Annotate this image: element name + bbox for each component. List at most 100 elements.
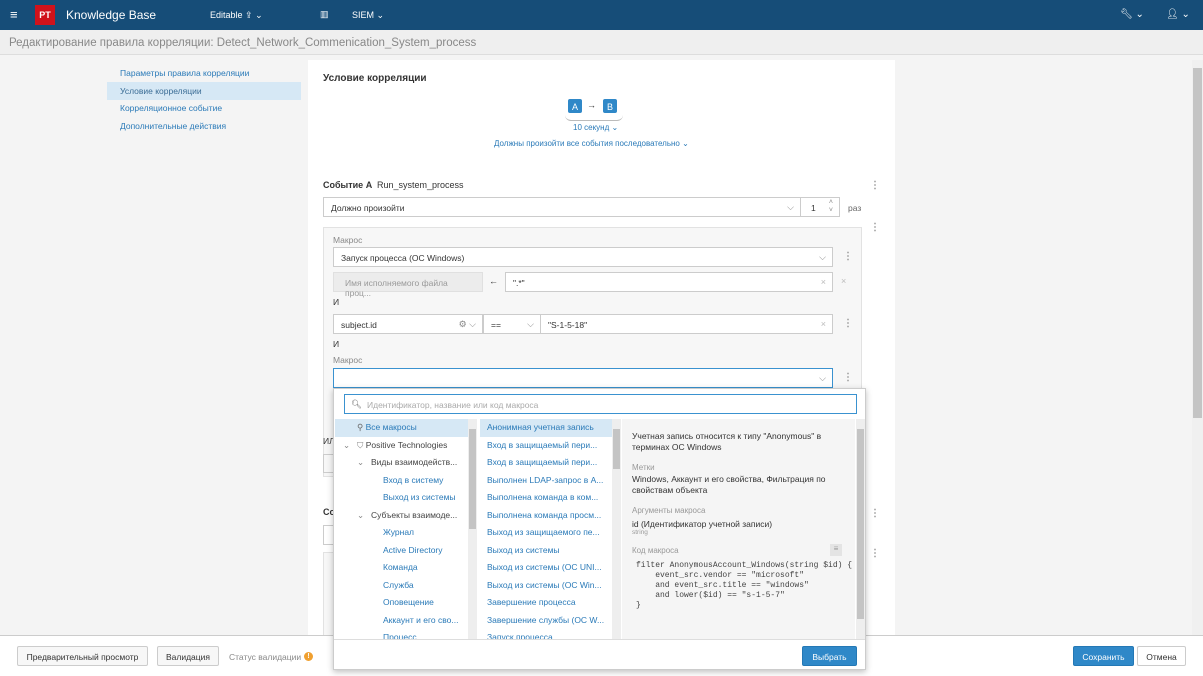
product-menu[interactable]: SIEM ⌄ xyxy=(352,10,384,21)
macro-menu-icon[interactable]: ⋮ xyxy=(843,373,853,383)
tree-item-label: Оповещение xyxy=(383,597,434,607)
sidebar-item-condition[interactable]: Условие корреляции xyxy=(107,82,301,100)
mode-label: Editable xyxy=(210,10,243,20)
menu-icon[interactable]: ≡ xyxy=(10,7,18,22)
preview-button[interactable]: Предварительный просмотр xyxy=(17,646,148,666)
assign-arrow: ← xyxy=(489,276,498,286)
code-label-text: Код макроса xyxy=(632,546,679,555)
tree-item-label: Все макросы xyxy=(365,422,417,432)
details-scrollbar[interactable] xyxy=(856,419,865,639)
section-title: Условие корреляции xyxy=(323,73,427,84)
clear-icon[interactable]: × xyxy=(821,319,826,329)
macro-search-input[interactable]: 🔍︎ Идентификатор, название или код макро… xyxy=(344,394,857,414)
tree-item[interactable]: ⌄ Виды взаимодейств... xyxy=(335,454,468,472)
event-b-badge[interactable]: B xyxy=(603,99,617,113)
macro-list-item[interactable]: Выполнена команда в ком... xyxy=(480,489,612,507)
mode-menu[interactable]: Editable ⇪ ⌄ xyxy=(210,10,263,21)
macro-list-item[interactable]: Завершение процесса xyxy=(480,594,612,612)
macro-list-item[interactable]: Выход из защищаемого пе... xyxy=(480,524,612,542)
tree-item[interactable]: Служба xyxy=(335,577,468,595)
macro-arg-input[interactable]: ".*" × xyxy=(505,272,833,292)
macro-list-item[interactable]: Выполнен LDAP-запрос в A... xyxy=(480,472,612,490)
tree-scrollbar[interactable] xyxy=(468,419,477,639)
count-unit: раз xyxy=(848,203,862,213)
tree-item[interactable]: ⌄ Субъекты взаимоде... xyxy=(335,507,468,525)
macro-label: Макрос xyxy=(333,235,363,245)
event-a-badge[interactable]: A xyxy=(568,99,582,113)
macro-menu-icon[interactable]: ⋮ xyxy=(843,252,853,262)
search-icon: 🔍︎ xyxy=(351,399,362,409)
count-value: 1 xyxy=(811,203,816,213)
sidebar-item-parameters[interactable]: Параметры правила корреляции xyxy=(107,64,301,82)
tree-item[interactable]: Журнал xyxy=(335,524,468,542)
macro-list-item[interactable]: Завершение службы (ОС W... xyxy=(480,612,612,630)
validate-button[interactable]: Валидация xyxy=(157,646,219,666)
field-value: subject.id xyxy=(341,320,377,330)
event-a-name[interactable]: Run_system_process xyxy=(377,180,464,190)
warning-icon: ! xyxy=(304,652,313,661)
event-b-menu-icon[interactable]: ⋮ xyxy=(870,509,880,519)
select-button[interactable]: Выбрать xyxy=(802,646,857,666)
user-icon[interactable]: 👤︎ ⌄ xyxy=(1166,9,1190,20)
macro-value: Запуск процесса (ОС Windows) xyxy=(341,253,465,263)
tree-item-label: Служба xyxy=(383,579,414,590)
value-input[interactable]: "S-1-5-18" × xyxy=(540,314,833,334)
tree-item[interactable]: Процесс xyxy=(335,629,468,639)
count-stepper[interactable]: 1 ˄ ˅ xyxy=(800,197,840,217)
wrap-icon[interactable]: ≡ xyxy=(830,544,842,556)
tree-item-label: Команда xyxy=(383,562,418,572)
macro-list-item[interactable]: Вход в защищаемый пери... xyxy=(480,437,612,455)
remove-icon[interactable]: × xyxy=(841,276,846,286)
sidebar-item-actions[interactable]: Дополнительные действия xyxy=(107,117,301,135)
macro-arg-name: Имя исполняемого файла проц... xyxy=(333,272,483,298)
chart-icon[interactable]: ▥ xyxy=(320,9,329,20)
macro-list: Анонимная учетная запись Вход в защищаемы… xyxy=(480,419,612,639)
arg-value: ".*" xyxy=(513,278,525,288)
sidebar-item-event[interactable]: Корреляционное событие xyxy=(107,99,301,117)
event-b-filter-menu-icon[interactable]: ⋮ xyxy=(870,549,880,559)
macro-select[interactable]: Запуск процесса (ОС Windows) ⌵ xyxy=(333,247,833,267)
chevron-down-icon[interactable]: ⌄ xyxy=(343,440,350,451)
order-dropdown[interactable]: Должны произойти все события последовате… xyxy=(494,139,689,148)
macro-list-scrollbar[interactable] xyxy=(612,419,621,639)
timeout-value: 10 секунд xyxy=(573,123,610,132)
search-icon: ⚲ xyxy=(357,422,366,432)
event-menu-icon[interactable]: ⋮ xyxy=(870,181,880,191)
macro-tags: Windows, Аккаунт и его свойства, Фильтра… xyxy=(632,474,826,495)
macro-label: Макрос xyxy=(333,355,363,365)
tree-item[interactable]: Вход в систему xyxy=(335,472,468,490)
macro-code: filter AnonymousAccount_Windows(string $… xyxy=(636,561,852,611)
wrench-icon[interactable]: 🔧︎ ⌄ xyxy=(1120,9,1144,20)
macro-list-item[interactable]: Вход в защищаемый пери... xyxy=(480,454,612,472)
stepper-arrows-icon[interactable]: ˄ ˅ xyxy=(829,199,833,215)
tree-item[interactable]: Аккаунт и его сво... xyxy=(335,612,468,630)
tree-item[interactable]: Выход из системы xyxy=(335,489,468,507)
arrow-icon: → xyxy=(587,100,596,110)
gear-chevron-icon[interactable]: ⚙ ⌵ xyxy=(459,319,476,330)
tree-item[interactable]: ⌄ ⛉ Positive Technologies xyxy=(335,437,468,455)
macro-list-item[interactable]: Анонимная учетная запись xyxy=(480,419,612,437)
macro-list-item[interactable]: Выполнена команда просм... xyxy=(480,507,612,525)
tree-item[interactable]: ⚲ Все макросы xyxy=(335,419,468,437)
chevron-down-icon[interactable]: ⌄ xyxy=(357,457,364,468)
clear-icon[interactable]: × xyxy=(821,277,826,287)
timeout-dropdown[interactable]: 10 секунд ⌄ xyxy=(573,123,618,132)
save-button[interactable]: Сохранить xyxy=(1073,646,1134,666)
page-scrollbar[interactable] xyxy=(1192,60,1203,635)
chevron-down-icon: ⌵ xyxy=(787,202,794,212)
filter-menu-icon[interactable]: ⋮ xyxy=(870,223,880,233)
operator-select[interactable]: == ⌵ xyxy=(483,314,541,334)
tree-item[interactable]: Active Directory xyxy=(335,542,468,560)
macro-list-item[interactable]: Выход из системы (ОС Win... xyxy=(480,577,612,595)
macro-list-item[interactable]: Выход из системы xyxy=(480,542,612,560)
macro-list-item[interactable]: Выход из системы (ОС UNI... xyxy=(480,559,612,577)
field-select[interactable]: subject.id ⚙ ⌵ xyxy=(333,314,483,334)
tree-item[interactable]: Команда xyxy=(335,559,468,577)
occurrence-select[interactable]: Должно произойти ⌵ xyxy=(323,197,801,217)
chevron-down-icon[interactable]: ⌄ xyxy=(357,510,364,521)
cancel-button[interactable]: Отмена xyxy=(1137,646,1186,666)
macro-list-item[interactable]: Запуск процесса xyxy=(480,629,612,639)
condition-menu-icon[interactable]: ⋮ xyxy=(843,319,853,329)
macro-select-open[interactable]: ⌵ xyxy=(333,368,833,388)
tree-item[interactable]: Оповещение xyxy=(335,594,468,612)
